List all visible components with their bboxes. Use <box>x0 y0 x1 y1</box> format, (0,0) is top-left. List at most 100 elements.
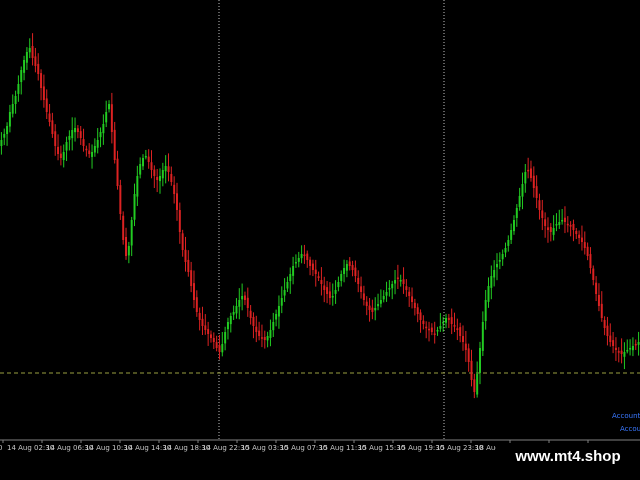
candle-body-bear <box>614 347 617 350</box>
candle-body-bull <box>507 240 510 246</box>
candle-body-bear <box>549 227 552 232</box>
candle-body-bear <box>408 291 411 296</box>
candle-body-bull <box>555 224 558 226</box>
candle-body-bull <box>436 330 439 332</box>
candle-body-bull <box>294 262 297 264</box>
candle-body-bull <box>105 112 108 123</box>
candle-body-bear <box>178 210 181 232</box>
candle-body-bull <box>476 374 479 395</box>
candle-body-bull <box>286 282 289 289</box>
candle-body-bear <box>303 254 306 257</box>
candle-body-bull <box>439 326 442 329</box>
candle-body-bear <box>595 282 598 294</box>
candle-body-bull <box>136 176 139 197</box>
candle-body-bear <box>546 227 549 230</box>
candle-body-bear <box>447 317 450 320</box>
candle-body-bear <box>34 56 37 66</box>
candle-body-bear <box>116 158 119 186</box>
candle-body-bull <box>161 170 164 179</box>
candle-body-bear <box>82 139 85 146</box>
candle-body-bull <box>394 280 397 284</box>
candle-body-bull <box>558 222 561 225</box>
candle-body-bear <box>184 249 187 262</box>
watermark-logo: www.mt4.shop <box>496 443 640 470</box>
candle-body-bear <box>192 283 195 300</box>
candle-body-bear <box>125 237 128 256</box>
candle-body-bear <box>306 253 309 260</box>
candle-body-bear <box>311 263 314 270</box>
candle-body-bear <box>119 185 122 214</box>
candle-body-bull <box>501 254 504 260</box>
candle-body-bear <box>362 293 365 300</box>
chart-canvas[interactable]: 0 14 Aug 02:3014 Aug 06:3014 Aug 10:3014 … <box>0 0 640 480</box>
candle-body-bull <box>388 288 391 290</box>
candle-body-bear <box>538 200 541 210</box>
candle-body-bear <box>609 335 612 342</box>
candle-body-bull <box>23 60 26 73</box>
candle-body-bull <box>139 164 142 175</box>
candle-body-bull <box>6 126 9 135</box>
candle-body-bear <box>450 317 453 324</box>
candle-body-bear <box>314 269 317 274</box>
candle-body-bull <box>479 348 481 373</box>
candle-body-bear <box>176 193 178 210</box>
account-label-1: Account <box>612 412 640 420</box>
candle-body-bull <box>71 130 74 139</box>
candle-body-bear <box>603 319 606 328</box>
candle-body-bear <box>572 223 575 230</box>
candle-body-bear <box>422 320 425 324</box>
candle-body-bull <box>17 84 20 94</box>
candle-body-bull <box>93 146 96 153</box>
candle-body-bear <box>198 312 201 320</box>
candle-body-bear <box>354 267 357 276</box>
candle-body-bear <box>323 285 326 290</box>
candle-body-bull <box>159 176 161 182</box>
candle-body-bear <box>167 166 170 172</box>
candle-body-bear <box>207 329 210 334</box>
candle-body-bull <box>65 142 68 151</box>
candle-body-bear <box>586 246 589 256</box>
candle-body-bull <box>379 300 382 304</box>
candle-body-bear <box>76 128 79 132</box>
candle-body-bull <box>334 290 337 294</box>
candle-body-bull <box>28 48 31 53</box>
candle-body-bull <box>133 194 136 220</box>
candle-body-bear <box>320 280 323 284</box>
candle-body-bear <box>544 219 547 226</box>
candle-body-bear <box>467 348 470 362</box>
candle-body-bear <box>569 225 572 227</box>
account-label-2: Accoun <box>620 425 640 433</box>
candle-body-bull <box>280 298 283 306</box>
candle-body-bear <box>535 186 538 198</box>
candle-body-bear <box>255 326 258 332</box>
candle-body-bear <box>195 297 198 312</box>
candle-body-bear <box>583 242 586 248</box>
candle-body-bull <box>96 140 99 148</box>
candle-body-bear <box>317 276 320 278</box>
candle-body-bear <box>150 162 153 170</box>
candle-body-bear <box>263 337 266 340</box>
candle-body-bear <box>402 279 405 284</box>
candle-body-bear <box>464 343 467 350</box>
candle-body-bear <box>419 312 422 320</box>
candle-body-bear <box>328 291 331 298</box>
candle-body-bull <box>142 158 144 167</box>
candle-body-bull <box>345 264 348 271</box>
candle-body-bull <box>226 322 229 330</box>
candle-body-bear <box>634 343 637 346</box>
price-chart[interactable]: 0 14 Aug 02:30 14 Aug 06:30 14 Aug 10:30 14 … <box>0 0 640 480</box>
candle-body-bull <box>221 344 224 353</box>
candle-body-bear <box>258 330 261 336</box>
candle-body-bull <box>399 280 402 282</box>
candle-body-bear <box>153 169 156 176</box>
candle-body-bull <box>130 220 133 246</box>
candle-body-bear <box>566 223 569 226</box>
candle-body-bull <box>127 246 130 256</box>
candle-body-bull <box>385 292 388 296</box>
candle-body-bull <box>512 220 515 232</box>
candle-body-bear <box>433 333 436 335</box>
candle-body-bull <box>297 258 300 262</box>
candle-body-bull <box>266 336 269 341</box>
candle-body-bear <box>309 259 312 266</box>
candle-body-bull <box>340 274 343 281</box>
